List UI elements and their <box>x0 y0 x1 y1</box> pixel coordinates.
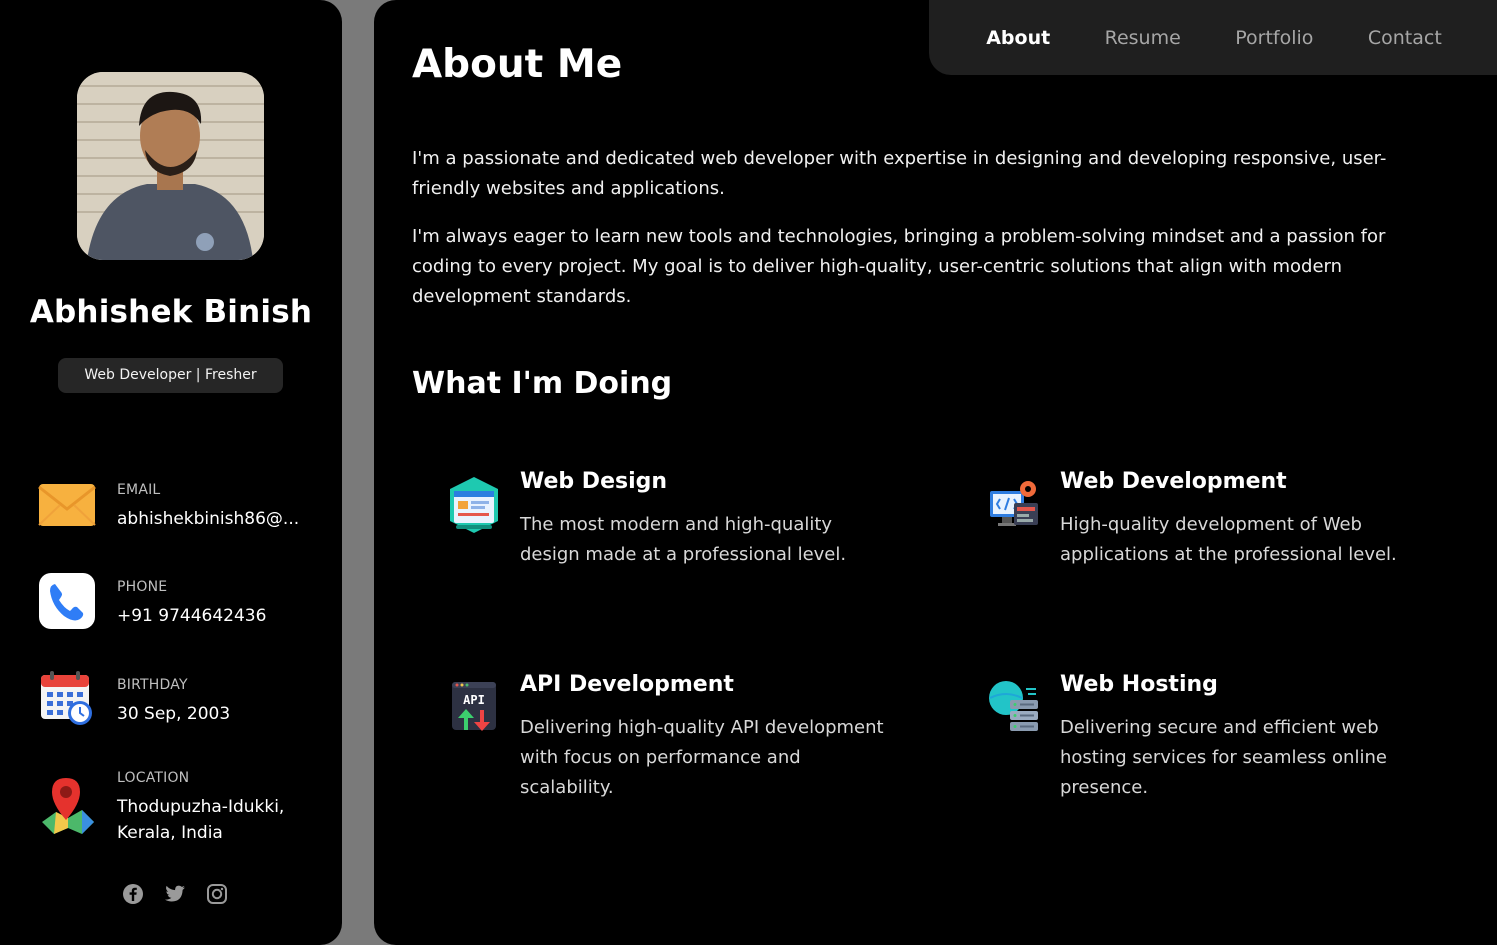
contact-label: LOCATION <box>117 770 190 786</box>
contact-label: BIRTHDAY <box>117 677 188 693</box>
nav-resume[interactable]: Resume <box>1095 27 1191 49</box>
web-design-icon <box>448 477 500 533</box>
nav-portfolio[interactable]: Portfolio <box>1225 27 1323 49</box>
sidebar: Abhishek Binish Web Developer | Fresher … <box>0 0 342 945</box>
mail-icon <box>38 482 96 540</box>
phone-icon <box>38 572 96 630</box>
page-title: About Me <box>412 42 623 87</box>
service-name: Web Hosting <box>1060 672 1218 697</box>
service-desc: Delivering secure and efficient web host… <box>1060 717 1387 798</box>
service-name: Web Development <box>1060 469 1287 494</box>
main-content: About Resume Portfolio Contact About Me … <box>374 0 1497 945</box>
phone-link[interactable]: +91 9744642436 <box>117 603 307 629</box>
profile-name: Abhishek Binish <box>29 294 313 330</box>
about-paragraph-1: I'm a passionate and dedicated web devel… <box>412 148 1387 199</box>
birthday-value: 30 Sep, 2003 <box>117 704 231 724</box>
server-icon <box>988 680 1040 736</box>
contact-label: PHONE <box>117 579 168 595</box>
role-badge: Web Developer | Fresher <box>58 358 283 393</box>
api-icon-text: API <box>463 693 485 707</box>
nav-about[interactable]: About <box>976 27 1060 49</box>
twitter-icon[interactable] <box>164 883 186 905</box>
service-name: Web Design <box>520 469 668 494</box>
services-title: What I'm Doing <box>412 366 673 401</box>
location-value: Thodupuzha-Idukki, Kerala, India <box>117 797 285 843</box>
social-links <box>122 883 228 905</box>
service-desc: Delivering high-quality API development … <box>520 717 884 798</box>
service-desc: The most modern and high-quality design … <box>520 514 847 565</box>
calendar-icon <box>38 669 96 727</box>
web-development-icon <box>988 477 1040 533</box>
service-desc: High-quality development of Web applicat… <box>1060 514 1397 565</box>
instagram-icon[interactable] <box>206 883 228 905</box>
service-name: API Development <box>520 672 734 697</box>
email-link[interactable]: abhishekbinish86@... <box>117 506 307 532</box>
facebook-icon[interactable] <box>122 883 144 905</box>
map-pin-icon <box>38 776 96 834</box>
nav-contact[interactable]: Contact <box>1358 27 1452 49</box>
navbar: About Resume Portfolio Contact <box>929 0 1497 75</box>
api-icon: API <box>452 680 504 736</box>
avatar <box>77 72 264 260</box>
about-paragraph-2: I'm always eager to learn new tools and … <box>412 226 1386 307</box>
contact-label: EMAIL <box>117 482 161 498</box>
